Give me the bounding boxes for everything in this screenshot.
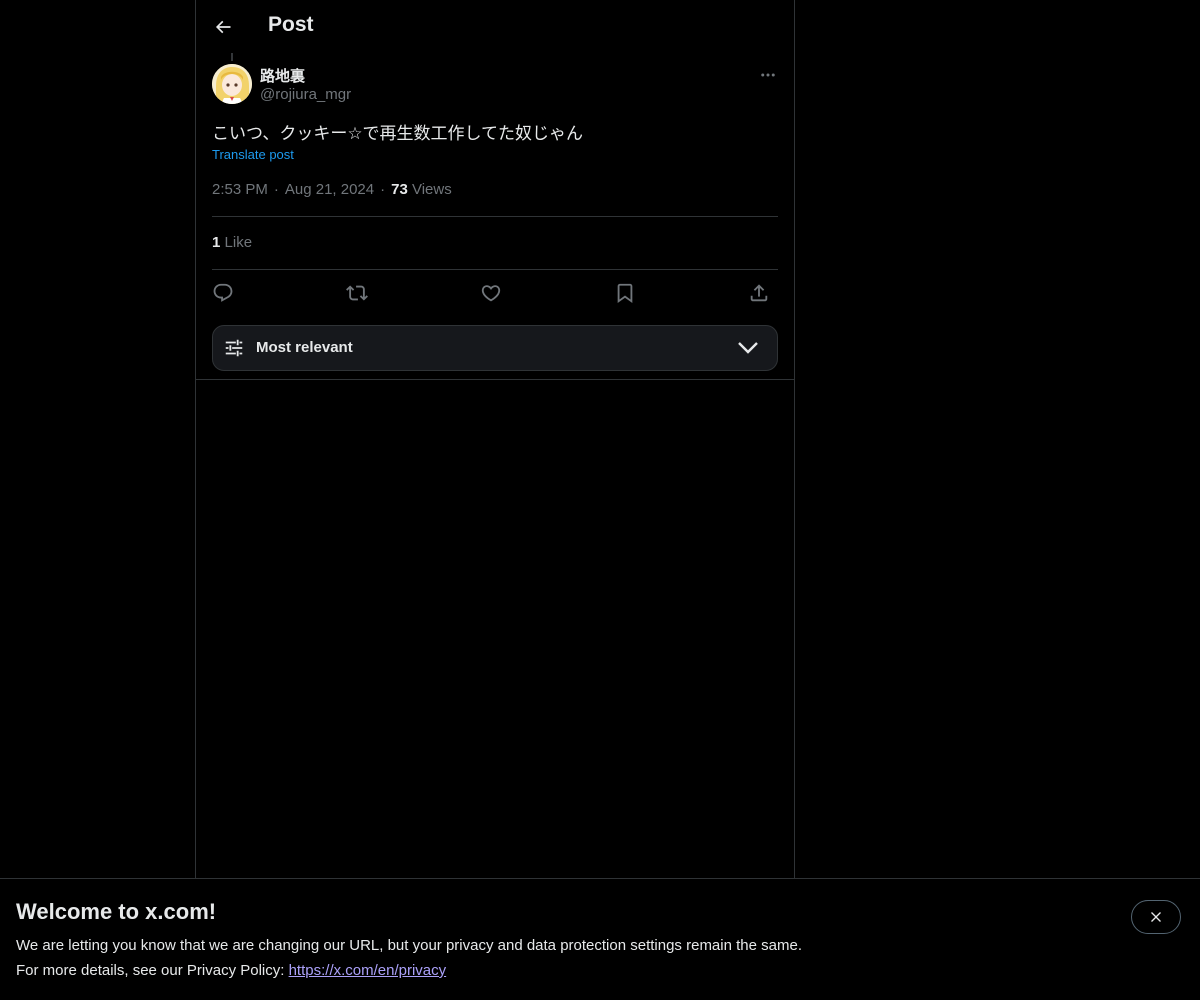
main-column: Post 路地裏 @rojiura_mgr こいつ、クッキー☆で再生数工作してた…	[195, 0, 795, 1000]
page-title: Post	[268, 13, 314, 36]
repost-button[interactable]	[344, 280, 370, 306]
banner-privacy-prefix: For more details, see our Privacy Policy…	[16, 962, 289, 979]
divider	[212, 216, 778, 217]
banner-message: We are letting you know that we are chan…	[16, 937, 802, 954]
sort-filter-icon	[225, 339, 243, 357]
replies-sort-dropdown[interactable]: Most relevant	[212, 325, 778, 371]
bookmark-icon	[617, 283, 633, 304]
chevron-down-icon	[738, 342, 758, 354]
likes-count: 1	[212, 234, 221, 251]
reply-button[interactable]	[210, 280, 236, 306]
more-options-button[interactable]	[756, 64, 780, 86]
views-count: 73	[391, 181, 408, 198]
sort-label: Most relevant	[256, 339, 353, 356]
back-button[interactable]	[207, 11, 239, 43]
close-icon	[1151, 912, 1161, 922]
likes-label: Like	[224, 234, 253, 251]
like-button[interactable]	[478, 280, 504, 306]
share-button[interactable]	[746, 280, 772, 306]
views-label: Views	[411, 181, 452, 198]
separator-dot: ·	[380, 181, 386, 198]
repost-icon	[346, 285, 368, 301]
author-display-name[interactable]: 路地裏	[260, 65, 305, 86]
post-date[interactable]: Aug 21, 2024	[285, 181, 374, 198]
separator-dot: ·	[273, 181, 279, 198]
privacy-policy-link[interactable]: https://x.com/en/privacy	[289, 962, 447, 979]
banner-title: Welcome to x.com!	[16, 899, 217, 924]
post-time[interactable]: 2:53 PM	[212, 181, 268, 198]
action-bar	[212, 280, 778, 306]
post-meta: 2:53 PM · Aug 21, 2024 · 73 Views	[212, 181, 452, 198]
url-change-banner: Welcome to x.com! We are letting you kno…	[0, 878, 1200, 1000]
arrow-left-icon	[215, 20, 231, 34]
banner-privacy-line: For more details, see our Privacy Policy…	[16, 962, 446, 979]
divider	[196, 379, 794, 380]
bookmark-button[interactable]	[612, 280, 638, 306]
page: Post 路地裏 @rojiura_mgr こいつ、クッキー☆で再生数工作してた…	[0, 0, 1200, 1000]
likes-summary[interactable]: 1 Like	[212, 234, 252, 251]
post-text: こいつ、クッキー☆で再生数工作してた奴じゃん	[212, 124, 584, 143]
heart-icon	[481, 285, 501, 302]
divider	[212, 269, 778, 270]
translate-post-link[interactable]: Translate post	[212, 147, 294, 162]
avatar-image	[212, 64, 252, 104]
reply-icon	[213, 283, 233, 302]
author-handle[interactable]: @rojiura_mgr	[260, 86, 351, 103]
thread-line	[231, 53, 233, 61]
more-horizontal-icon	[761, 73, 775, 77]
header-bar: Post	[196, 0, 794, 53]
banner-close-button[interactable]	[1131, 900, 1181, 934]
avatar[interactable]	[212, 64, 252, 104]
share-icon	[750, 284, 768, 302]
